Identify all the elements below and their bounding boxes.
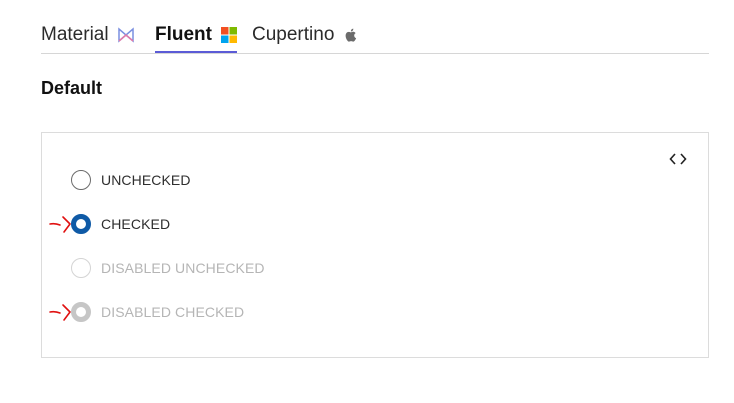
tab-fluent-label: Fluent — [155, 24, 212, 45]
radio-label: DISABLED UNCHECKED — [101, 260, 265, 276]
radio-circle — [71, 258, 91, 278]
active-tab-underline — [155, 51, 237, 53]
section-title: Default — [41, 78, 103, 98]
code-brackets-icon[interactable] — [668, 149, 688, 169]
tab-cupertino-label: Cupertino — [252, 24, 335, 45]
radio-disabled-unchecked: DISABLED UNCHECKED — [71, 257, 265, 279]
radio-label: UNCHECKED — [101, 172, 191, 188]
tab-cupertino[interactable]: Cupertino — [252, 18, 359, 52]
radio-demo-panel: UNCHECKED CHECKED DISABLED UNCHECKED DIS… — [41, 132, 709, 358]
annotation-arrow-icon — [49, 302, 75, 322]
radio-unchecked[interactable]: UNCHECKED — [71, 169, 191, 191]
tab-fluent[interactable]: Fluent — [155, 18, 237, 53]
radio-disabled-checked: DISABLED CHECKED — [71, 301, 244, 323]
radio-label: CHECKED — [101, 216, 171, 232]
apple-logo-icon — [343, 27, 359, 43]
radio-circle[interactable] — [71, 170, 91, 190]
annotation-arrow-icon — [49, 214, 75, 234]
tab-material-label: Material — [41, 24, 109, 45]
radio-label: DISABLED CHECKED — [101, 304, 245, 320]
material-logo-icon — [117, 27, 134, 43]
radio-checked[interactable]: CHECKED — [71, 213, 170, 235]
windows-logo-icon — [221, 27, 237, 43]
tab-material[interactable]: Material — [41, 18, 134, 52]
theme-tabs: Material Fluent Cupertino — [41, 18, 709, 54]
